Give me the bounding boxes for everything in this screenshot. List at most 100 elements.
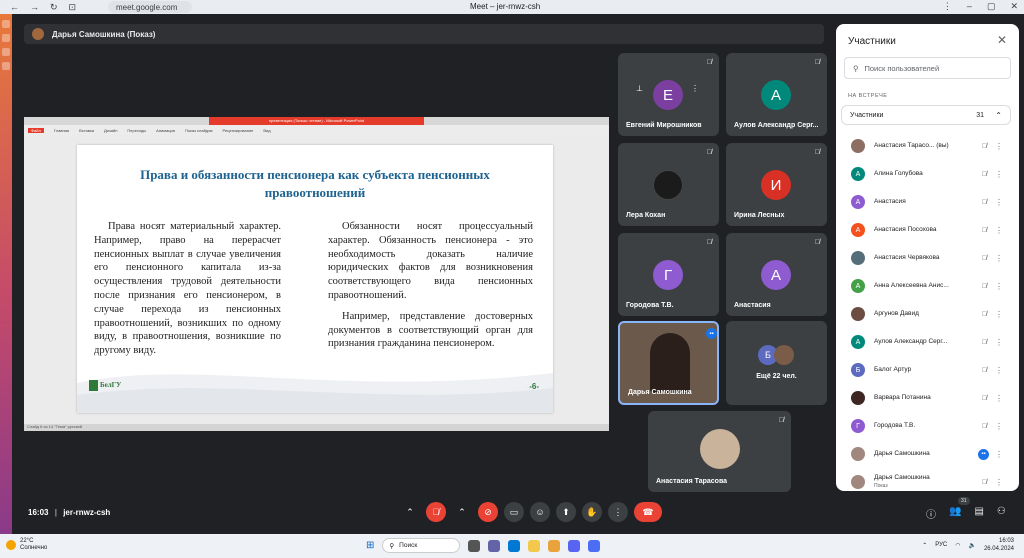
list-item[interactable]: Анастасия Тарасо... (вы) 🎙̸ ⋮ bbox=[841, 132, 1011, 160]
close-icon[interactable]: ✕ bbox=[997, 33, 1007, 47]
list-item[interactable]: А Алина Голубова 🎙̸ ⋮ bbox=[841, 160, 1011, 188]
list-item[interactable]: Г Городова Т.В. 🎙̸ ⋮ bbox=[841, 412, 1011, 440]
chevron-up-icon[interactable]: ⌃ bbox=[452, 502, 472, 522]
list-item[interactable]: А Анастасия 🎙̸ ⋮ bbox=[841, 188, 1011, 216]
app-icon[interactable] bbox=[2, 34, 10, 42]
reactions-button[interactable]: ☺ bbox=[530, 502, 550, 522]
list-item[interactable]: Б Балог Артур 🎙̸ ⋮ bbox=[841, 356, 1011, 384]
participant-tile[interactable]: 🎙̸ Лера Кохан bbox=[618, 143, 719, 226]
more-icon[interactable]: ⋮ bbox=[995, 226, 1003, 235]
wifi-icon[interactable]: ◠ bbox=[955, 542, 960, 549]
windows-start-icon[interactable]: ⊞ bbox=[366, 540, 374, 551]
app-icon[interactable] bbox=[2, 20, 10, 28]
ppt-title-text: презентация (Только чтение) - Microsoft … bbox=[208, 117, 425, 125]
people-icon[interactable]: 👥 bbox=[949, 506, 961, 521]
list-item[interactable]: Дарья Самошкина Показ 🎙̸ ⋮ bbox=[841, 468, 1011, 491]
arrow-left-icon[interactable]: ← bbox=[10, 2, 19, 13]
info-icon[interactable]: ⓘ bbox=[926, 506, 936, 521]
file-explorer-icon[interactable] bbox=[548, 539, 561, 552]
participant-tile[interactable]: 🎙̸ Анастасия Тарасова bbox=[648, 411, 791, 492]
participants-group-header[interactable]: Участники 31 ⌃ bbox=[841, 105, 1011, 125]
speaker-icon[interactable]: 🔈 bbox=[968, 542, 975, 549]
mic-off-icon[interactable]: 🎙̸ bbox=[982, 171, 987, 178]
more-icon[interactable]: ⋮ bbox=[995, 450, 1003, 459]
task-view-icon[interactable] bbox=[468, 539, 481, 552]
mic-off-icon[interactable]: 🎙̸ bbox=[982, 423, 987, 430]
chevron-up-icon[interactable]: ⌃ bbox=[922, 542, 927, 549]
close-window-icon[interactable]: ✕ bbox=[1010, 1, 1018, 12]
address-bar[interactable]: meet.google.com bbox=[108, 1, 192, 13]
arrow-right-icon[interactable]: → bbox=[30, 2, 39, 13]
edge-icon[interactable] bbox=[508, 539, 521, 552]
list-item[interactable]: А Анастасия Посохова 🎙̸ ⋮ bbox=[841, 216, 1011, 244]
weather-widget[interactable]: 22°C Солнечно bbox=[6, 538, 47, 552]
mic-off-icon[interactable]: 🎙̸ bbox=[982, 227, 987, 234]
list-item[interactable]: Аргунов Давид 🎙̸ ⋮ bbox=[841, 300, 1011, 328]
app-icon[interactable] bbox=[588, 539, 601, 552]
more-icon[interactable]: ⋮ bbox=[691, 84, 699, 93]
list-item[interactable]: А Анна Алексеевна Анис... 🎙̸ ⋮ bbox=[841, 272, 1011, 300]
mic-off-icon[interactable]: 🎙̸ bbox=[982, 199, 987, 206]
mic-off-icon[interactable]: 🎙̸ bbox=[982, 339, 987, 346]
more-icon[interactable]: ⋮ bbox=[995, 142, 1003, 151]
participant-tile[interactable]: И 🎙̸ Ирина Лесных bbox=[726, 143, 827, 226]
list-item[interactable]: Анастасия Червякова 🎙̸ ⋮ bbox=[841, 244, 1011, 272]
more-icon[interactable]: ⋮ bbox=[995, 478, 1003, 487]
participant-tile[interactable]: Е 🎙̸ ⊥ ⋮ Евгений Мирошников bbox=[618, 53, 719, 136]
app-icon[interactable] bbox=[2, 48, 10, 56]
more-icon[interactable]: ⋮ bbox=[995, 254, 1003, 263]
mic-off-icon[interactable]: 🎙̸ bbox=[982, 479, 987, 486]
more-icon[interactable]: ⋮ bbox=[995, 394, 1003, 403]
tabs-icon[interactable]: ⊡ bbox=[69, 2, 77, 13]
mic-off-icon[interactable]: 🎙̸ bbox=[982, 255, 987, 262]
language-indicator[interactable]: РУС bbox=[935, 542, 947, 548]
mic-off-icon[interactable]: 🎙̸ bbox=[982, 367, 987, 374]
participant-tile[interactable]: А 🎙̸ Аулов Александр Серг... bbox=[726, 53, 827, 136]
taskbar-search[interactable]: ⚲ Поиск bbox=[382, 538, 461, 553]
more-icon[interactable]: ⋮ bbox=[995, 198, 1003, 207]
mic-off-icon[interactable]: 🎙̸ bbox=[982, 395, 987, 402]
taskbar-clock[interactable]: 16:03 26.04.2024 bbox=[984, 537, 1014, 553]
mic-off-icon[interactable]: 🎙̸ bbox=[982, 283, 987, 290]
mic-off-icon[interactable]: 🎙̸ bbox=[982, 311, 987, 318]
raise-hand-button[interactable]: ✋ bbox=[582, 502, 602, 522]
captions-button[interactable]: ▭ bbox=[504, 502, 524, 522]
minimize-icon[interactable]: – bbox=[967, 1, 972, 12]
active-speaker-tile[interactable]: ▪▪ Дарья Самошкина bbox=[618, 321, 719, 405]
more-icon[interactable]: ⋮ bbox=[995, 282, 1003, 291]
avatar-initial: А bbox=[770, 266, 781, 284]
avatar bbox=[851, 139, 865, 153]
more-icon[interactable]: ⋮ bbox=[995, 338, 1003, 347]
leave-call-button[interactable]: ☎ bbox=[634, 502, 662, 522]
more-icon[interactable]: ⋮ bbox=[995, 422, 1003, 431]
reload-icon[interactable]: ↻ bbox=[50, 2, 58, 13]
more-count-label: Ещё 22 чел. bbox=[756, 373, 797, 380]
activities-icon[interactable]: ⚇ bbox=[997, 506, 1006, 521]
discord-icon[interactable] bbox=[568, 539, 581, 552]
maximize-icon[interactable]: ▢ bbox=[987, 1, 996, 12]
more-icon[interactable]: ⋮ bbox=[995, 310, 1003, 319]
app-icon[interactable] bbox=[2, 62, 10, 70]
mic-toggle-button[interactable]: 🎙̸ bbox=[426, 502, 446, 522]
teams-icon[interactable] bbox=[488, 539, 501, 552]
menu-icon[interactable]: ⋮ bbox=[943, 1, 952, 12]
search-input[interactable]: ⚲ Поиск пользователей bbox=[844, 57, 1011, 79]
yandex-icon[interactable] bbox=[528, 539, 541, 552]
list-item[interactable]: А Аулов Александр Серг... 🎙̸ ⋮ bbox=[841, 328, 1011, 356]
chevron-up-icon[interactable]: ⌃ bbox=[400, 502, 420, 522]
mic-off-icon[interactable]: 🎙̸ bbox=[982, 143, 987, 150]
chat-icon[interactable]: ▤ bbox=[974, 506, 983, 521]
ribbon-tab: Главная bbox=[53, 127, 70, 133]
more-icon[interactable]: ⋮ bbox=[995, 366, 1003, 375]
participant-tile[interactable]: Г 🎙̸ Городова Т.В. bbox=[618, 233, 719, 316]
avatar bbox=[851, 447, 865, 461]
list-item[interactable]: Дарья Самошкина ▪▪ ⋮ bbox=[841, 440, 1011, 468]
more-options-button[interactable]: ⋮ bbox=[608, 502, 628, 522]
camera-toggle-button[interactable]: ⊘ bbox=[478, 502, 498, 522]
more-participants-tile[interactable]: Б Ещё 22 чел. bbox=[726, 321, 827, 405]
pin-icon[interactable]: ⊥ bbox=[636, 84, 643, 93]
list-item[interactable]: Варвара Потанина 🎙̸ ⋮ bbox=[841, 384, 1011, 412]
more-icon[interactable]: ⋮ bbox=[995, 170, 1003, 179]
present-button[interactable]: ⬆ bbox=[556, 502, 576, 522]
participant-tile[interactable]: А 🎙̸ Анастасия bbox=[726, 233, 827, 316]
